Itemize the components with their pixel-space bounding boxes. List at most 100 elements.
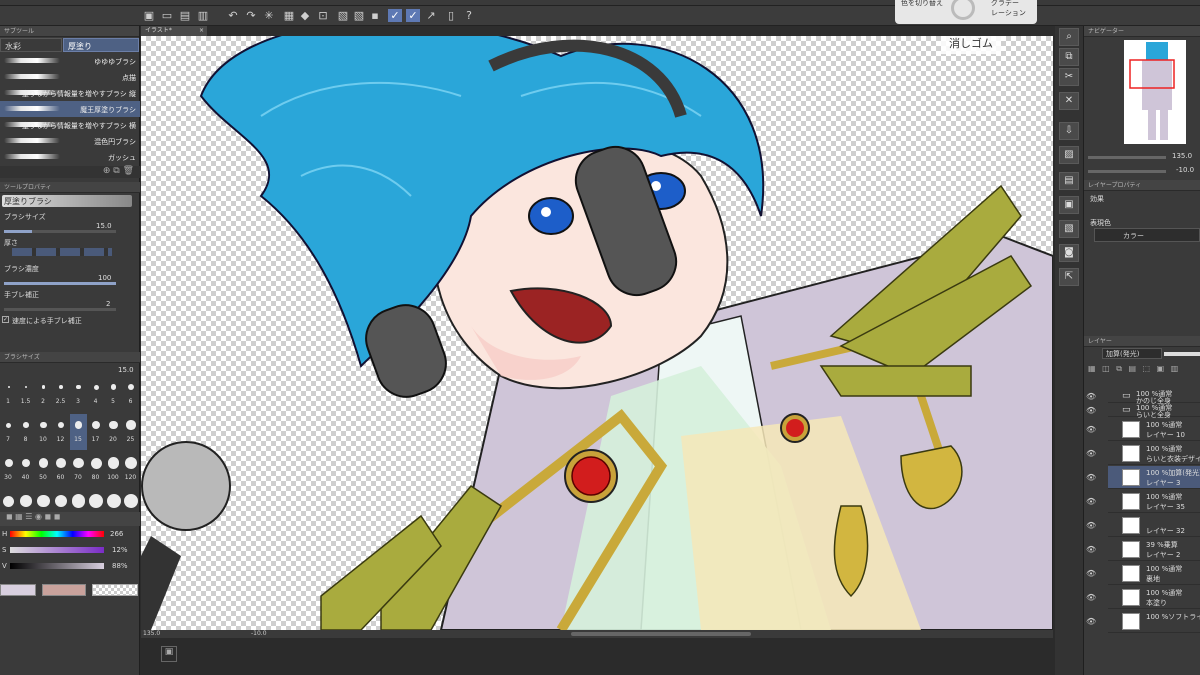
snap-grid-icon[interactable]: ↗ xyxy=(424,9,438,22)
camera-icon[interactable]: ◙ xyxy=(1059,244,1079,262)
layer-row[interactable]: 👁 100 %加算(発光) レイヤー 3 xyxy=(1086,466,1200,489)
visibility-eye-icon[interactable]: 👁 xyxy=(1086,593,1096,602)
sub-color-swatch[interactable] xyxy=(42,584,86,596)
brush-size-option[interactable]: 15 xyxy=(70,414,87,450)
brush-size-option[interactable]: 12 xyxy=(53,414,70,450)
brush-item[interactable]: 点描 xyxy=(0,69,140,85)
stabilization-slider[interactable] xyxy=(4,308,116,311)
layer-row[interactable]: 👁 100 %通常らいと衣装デザイン xyxy=(1086,442,1200,465)
transform-icon[interactable]: ⊡ xyxy=(316,9,330,22)
brush-size-option[interactable]: 100 xyxy=(105,452,122,488)
crop-icon[interactable]: ▪ xyxy=(368,9,382,22)
search-icon[interactable]: ⌕ xyxy=(1059,28,1079,46)
loading-icon[interactable]: ✳ xyxy=(262,9,276,22)
color-tabs[interactable]: ◼ ▦ ☰ ◉ ◼ ◼ xyxy=(0,512,140,526)
visibility-eye-icon[interactable]: 👁 xyxy=(1086,521,1096,530)
brush-size-option[interactable]: 70 xyxy=(70,452,87,488)
visibility-eye-icon[interactable]: 👁 xyxy=(1086,425,1096,434)
brush-item[interactable]: 塗りながら情報量を増やすブラシ 縦 xyxy=(0,85,140,101)
brush-item[interactable]: ゆゆゆブラシ xyxy=(0,53,140,69)
fill-icon[interactable]: ◆ xyxy=(298,9,312,22)
hue-slider[interactable] xyxy=(10,531,104,537)
visibility-eye-icon[interactable]: 👁 xyxy=(1086,473,1096,482)
layer-row[interactable]: 👁 100 %通常 レイヤー 35 xyxy=(1086,490,1200,513)
blend-mode-select[interactable]: 加算(発光) xyxy=(1102,348,1162,359)
opacity-slider[interactable] xyxy=(4,282,116,285)
brush-size-option[interactable]: 20 xyxy=(105,414,122,450)
canvas-icon[interactable]: ▣ xyxy=(142,9,156,22)
clear-icon[interactable]: ▦ xyxy=(282,9,296,22)
image-icon[interactable]: ▨ xyxy=(1059,146,1079,164)
brush-size-option[interactable]: 120 xyxy=(123,452,140,488)
canvas-tab[interactable]: イラスト* × xyxy=(141,26,207,36)
angle-readout[interactable]: -10.0 xyxy=(251,630,267,637)
eraser-toggle[interactable]: 消しゴム xyxy=(941,36,1001,54)
new-icon[interactable]: ▭ xyxy=(160,9,174,22)
brush-size-option[interactable]: 30 xyxy=(0,452,17,488)
layer-row[interactable]: 👁 39 %乗算 レイヤー 2 xyxy=(1086,538,1200,561)
snap-special-ruler-icon[interactable]: ✓ xyxy=(406,9,420,22)
undo-icon[interactable]: ↶ xyxy=(226,9,240,22)
brush-size-option[interactable]: 60 xyxy=(53,452,70,488)
help-icon[interactable]: ? xyxy=(462,9,476,22)
layer-toolbar[interactable]: ▦ ◫ ⧉ ▤ ⬚ ▣ ▥ xyxy=(1084,362,1200,384)
stabilization-value[interactable]: 2 xyxy=(106,300,110,308)
layer-row[interactable]: 👁 100 %ソフトライト xyxy=(1086,610,1200,633)
value-slider[interactable] xyxy=(10,563,104,569)
layer-folder[interactable]: 👁 ▭ 100 %通常 らいと全身 xyxy=(1086,404,1200,419)
snap-ruler-icon[interactable]: ✓ xyxy=(388,9,402,22)
zoom-readout[interactable]: 135.0 xyxy=(143,630,160,637)
expand-icon[interactable]: ▣ xyxy=(161,646,177,662)
invert-icon[interactable]: ▧ xyxy=(352,9,366,22)
redo-icon[interactable]: ↷ xyxy=(244,9,258,22)
download-icon[interactable]: ⇩ xyxy=(1059,122,1079,140)
main-color-swatch[interactable] xyxy=(0,584,36,596)
navigator-zoom-value[interactable]: 135.0 xyxy=(1172,152,1192,160)
brush-size-option[interactable]: 5 xyxy=(105,376,122,412)
brush-size-option[interactable]: 80 xyxy=(88,452,105,488)
brush-size-option[interactable]: 1 xyxy=(0,376,17,412)
horizontal-scrollbar[interactable] xyxy=(571,632,751,636)
brush-size-option[interactable]: 4 xyxy=(88,376,105,412)
navigator-angle-value[interactable]: -10.0 xyxy=(1176,166,1194,174)
visibility-eye-icon[interactable]: 👁 xyxy=(1086,617,1096,626)
navigator-angle-slider[interactable] xyxy=(1088,170,1166,173)
saturation-value[interactable]: 12% xyxy=(112,546,128,554)
visibility-eye-icon[interactable]: 👁 xyxy=(1086,392,1096,401)
delete-icon[interactable]: ✕ xyxy=(1059,92,1079,110)
brush-size-option[interactable]: 17 xyxy=(88,414,105,450)
hue-value[interactable]: 266 xyxy=(110,530,123,538)
cut-icon[interactable]: ✂ xyxy=(1059,68,1079,86)
deselect-icon[interactable]: ▧ xyxy=(336,9,350,22)
thickness-slider[interactable] xyxy=(12,248,112,256)
brush-size-option[interactable]: 1.5 xyxy=(18,376,35,412)
photo-icon[interactable]: ▧ xyxy=(1059,220,1079,238)
brush-size-option[interactable]: 50 xyxy=(35,452,52,488)
saturation-slider[interactable] xyxy=(10,547,104,553)
brush-size-option[interactable]: 25 xyxy=(123,414,140,450)
canvas[interactable]: 消しゴム xyxy=(141,36,1053,630)
visibility-eye-icon[interactable]: 👁 xyxy=(1086,497,1096,506)
layer-row[interactable]: 👁 100 %通常 本塗り xyxy=(1086,586,1200,609)
brush-size-option[interactable]: 7 xyxy=(0,414,17,450)
express-color-select[interactable]: カラー xyxy=(1094,228,1200,242)
brush-item[interactable]: ガッシュ xyxy=(0,149,140,165)
open-icon[interactable]: ▤ xyxy=(178,9,192,22)
brush-size-option[interactable]: 3 xyxy=(70,376,87,412)
brush-size-option[interactable]: 40 xyxy=(18,452,35,488)
subtool-tab-watercolor[interactable]: 水彩 xyxy=(0,38,62,52)
brush-size-value[interactable]: 15.0 xyxy=(96,222,112,230)
layer-row[interactable]: 👁 100 %通常 レイヤー 10 xyxy=(1086,418,1200,441)
speed-stab-checkbox[interactable]: ✓ xyxy=(2,316,9,323)
brush-item[interactable]: 塗りながら情報量を増やすブラシ 横 xyxy=(0,117,140,133)
save-icon[interactable]: ▥ xyxy=(196,9,210,22)
brush-item[interactable]: 魔王厚塗りブラシ xyxy=(0,101,140,117)
frame-icon[interactable]: ▣ xyxy=(1059,196,1079,214)
brush-size-option[interactable]: 10 xyxy=(35,414,52,450)
device-icon[interactable]: ▯ xyxy=(444,9,458,22)
visibility-eye-icon[interactable]: 👁 xyxy=(1086,545,1096,554)
export-icon[interactable]: ⇱ xyxy=(1059,268,1079,286)
subtool-tab-impasto[interactable]: 厚塗り xyxy=(63,38,139,52)
opacity-value[interactable]: 100 xyxy=(98,274,111,282)
layer-row[interactable]: 👁 レイヤー 32 xyxy=(1086,514,1200,537)
